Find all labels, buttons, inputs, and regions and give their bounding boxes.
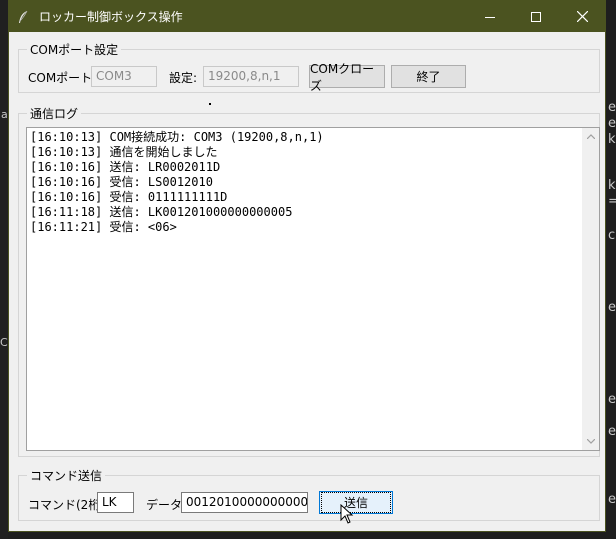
maximize-icon [531, 11, 541, 22]
background-text: e [608, 492, 616, 507]
command-group-label: コマンド送信 [27, 467, 106, 484]
minimize-button[interactable] [467, 1, 513, 32]
background-text: a [1, 108, 8, 121]
log-group-label: 通信ログ [27, 105, 82, 122]
port-field[interactable]: COM3 [91, 66, 157, 87]
com-settings-group-label: COMポート設定 [27, 41, 122, 58]
data-field[interactable]: 0012010000000000 [181, 492, 308, 513]
background-text: = [608, 194, 616, 209]
log-line: [16:11:21] 受信: <06> [30, 220, 177, 234]
log-line: [16:10:13] COM接続成功: COM3 (19200,8,n,1) [30, 130, 324, 144]
background-left [0, 0, 8, 539]
log-line: [16:10:13] 通信を開始しました [30, 145, 218, 159]
title-bar[interactable]: ロッカー制御ボックス操作 [9, 1, 605, 32]
background-text: e [608, 424, 616, 439]
log-textarea[interactable]: [16:10:13] COM接続成功: COM3 (19200,8,n,1) [… [26, 127, 600, 451]
minimize-icon [485, 16, 495, 18]
settings-field[interactable]: 19200,8,n,1 [203, 66, 299, 87]
port-label: COMポート: [28, 71, 97, 85]
stray-dot [209, 103, 211, 105]
log-line: [16:10:16] 送信: LR0002011D [30, 160, 221, 174]
app-window: ロッカー制御ボックス操作 COMポート設定 COMポート: COM3 設定: 1… [8, 0, 606, 532]
log-line: [16:11:18] 送信: LK001201000000000005 [30, 205, 293, 219]
mouse-cursor-icon [340, 504, 354, 524]
send-button[interactable]: 送信 [319, 491, 393, 514]
exit-button[interactable]: 終了 [391, 65, 466, 88]
log-scrollbar[interactable] [582, 128, 599, 450]
background-text: k [608, 178, 616, 193]
log-line: [16:10:16] 受信: 0111111111D [30, 190, 228, 204]
background-text: e [608, 392, 616, 407]
background-right [606, 0, 616, 539]
maximize-button[interactable] [513, 1, 559, 32]
window-title: ロッカー制御ボックス操作 [39, 10, 183, 24]
background-text: c [608, 228, 616, 243]
send-button-label: 送信 [320, 492, 391, 513]
command-field[interactable]: LK [97, 492, 134, 513]
scroll-down-icon[interactable] [582, 433, 599, 450]
feather-icon [17, 10, 31, 24]
background-text: e [608, 300, 616, 315]
com-close-button[interactable]: COMクローズ [309, 62, 385, 93]
background-text: e [608, 100, 616, 115]
log-line: [16:10:16] 受信: LS0012010 [30, 175, 213, 189]
background-text: C [0, 336, 8, 349]
settings-label: 設定: [169, 71, 198, 85]
close-icon [576, 11, 588, 22]
close-button[interactable] [559, 1, 605, 32]
background-text: k [608, 132, 616, 147]
scroll-up-icon[interactable] [582, 128, 599, 145]
background-text: e [608, 116, 616, 131]
